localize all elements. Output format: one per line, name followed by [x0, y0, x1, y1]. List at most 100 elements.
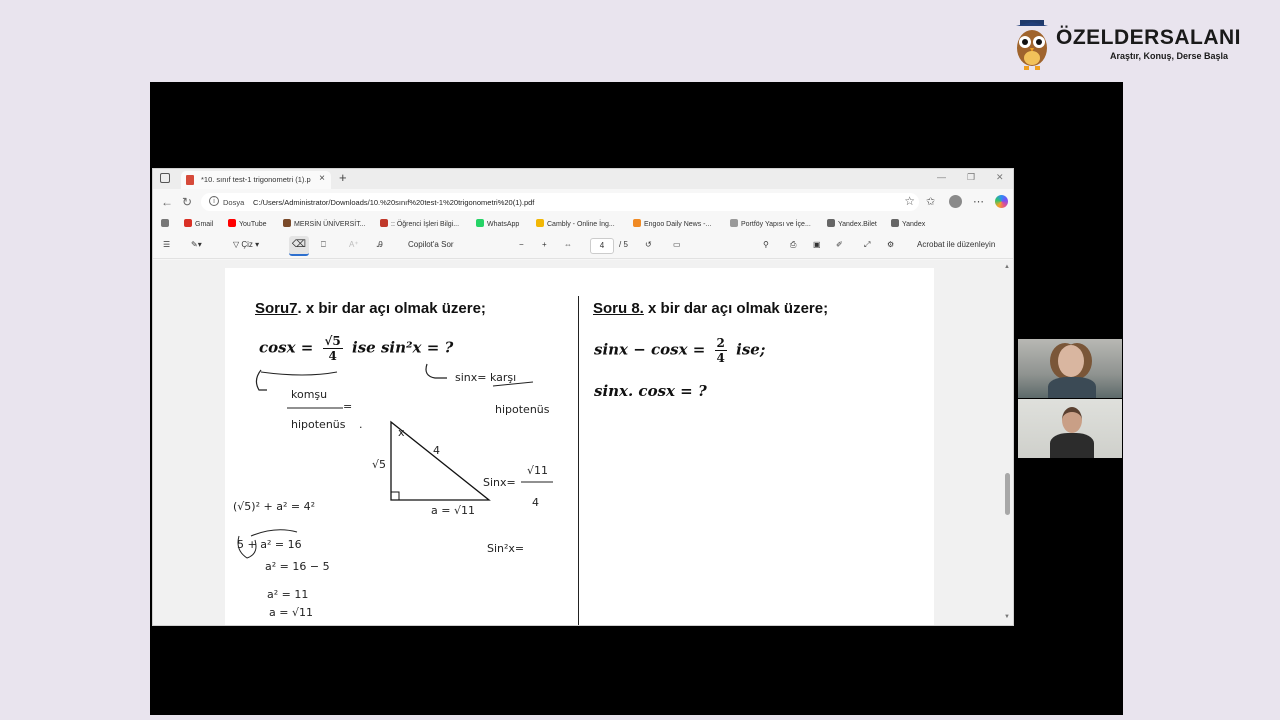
hw-dot: . [359, 418, 363, 431]
rotate-icon[interactable]: ↺ [645, 240, 652, 249]
hw-equals: = [343, 400, 353, 413]
fav-item-ogrenci-isleri[interactable]: :: Öğrenci İşleri Bilgi... [380, 219, 459, 228]
hw-step-4: a = √11 [269, 606, 313, 619]
profile-avatar[interactable] [949, 195, 962, 208]
cambly-icon [536, 219, 544, 227]
fav-item-yandex-bilet[interactable]: Yandex.Bilet [827, 219, 877, 228]
page-view-icon[interactable]: ▭ [673, 240, 681, 249]
copilot-icon[interactable] [995, 195, 1008, 208]
zoom-out-button[interactable]: − [519, 240, 524, 249]
eraser-button[interactable]: ⌫ [289, 236, 309, 256]
new-tab-icon[interactable]: + [339, 170, 347, 185]
fav-item-cambly[interactable]: Cambly - Online İng... [536, 219, 615, 228]
hw-side-a: a = √11 [431, 504, 475, 517]
address-bar: ← ↻ i Dosya C:/Users/Administrator/Downl… [153, 191, 1013, 213]
hw-four: 4 [532, 496, 539, 509]
tutor-body [1048, 377, 1096, 398]
fav-item-whatsapp[interactable]: WhatsApp [476, 219, 519, 228]
student-body [1050, 433, 1094, 458]
hw-hipotenus: hipotenüs [291, 418, 346, 431]
hw-hipotenus-2: hipotenüs [495, 403, 550, 416]
scroll-down-icon[interactable]: ▼ [1004, 614, 1010, 620]
brand-tagline: Araştır, Konuş, Derse Başla [1110, 51, 1229, 61]
url-text: C:/Users/Administrator/Downloads/10.%20s… [253, 198, 535, 207]
engoo-icon [633, 219, 641, 227]
close-tab-icon[interactable]: × [319, 173, 325, 184]
draw-button[interactable]: ▽ Çiz ▾ [233, 240, 259, 249]
hw-step-1: 5 + a² = 16 [237, 538, 302, 551]
gmail-icon [184, 219, 192, 227]
copilot-ask-button[interactable]: Copilot'a Sor [408, 240, 454, 249]
fav-item-gmail[interactable]: Gmail [184, 219, 213, 228]
text-icon[interactable]: ⎕ [321, 240, 326, 250]
back-icon[interactable]: ← [161, 195, 173, 209]
page-icon [730, 219, 738, 227]
fullscreen-icon[interactable]: ⤢ [864, 240, 870, 250]
print-icon[interactable]: ⎙ [790, 240, 796, 250]
tab-bar: *10. sınıf test-1 trigonometri (1).p × +… [153, 169, 1013, 189]
globe-icon [827, 219, 835, 227]
webcam-student [1018, 399, 1122, 458]
pdf-page: Soru7. x bir dar açı olmak üzere; cosx =… [225, 268, 934, 625]
tutor-face [1058, 345, 1084, 377]
close-window-icon[interactable]: ✕ [996, 172, 1004, 183]
url-field[interactable]: i Dosya C:/Users/Administrator/Downloads… [201, 193, 919, 211]
student-face [1062, 407, 1082, 433]
tab-title: *10. sınıf test-1 trigonometri (1).p [201, 175, 311, 184]
highlight-icon[interactable]: ✎▾ [191, 240, 202, 249]
contents-icon[interactable]: ☰ [163, 240, 170, 249]
ogrenci-isleri-icon [380, 219, 388, 227]
page-total: / 5 [619, 240, 628, 249]
refresh-icon[interactable]: ↻ [182, 195, 192, 209]
url-protocol: Dosya [223, 198, 245, 207]
hw-angle-x: x [398, 426, 405, 439]
fav-item-mersin[interactable]: MERSİN ÜNİVERSİT... [283, 219, 366, 228]
fav-item-portfoy[interactable]: Portföy Yapısı ve İçe... [730, 219, 811, 228]
webcam-tutor [1018, 339, 1122, 398]
zoom-in-button[interactable]: + [542, 240, 547, 249]
favorites-icon[interactable]: ✩ [926, 195, 935, 208]
info-icon[interactable]: i [209, 196, 219, 206]
pdf-viewer[interactable]: ▲ ▼ Soru7. x bir dar açı olmak üzere; co… [153, 260, 1013, 625]
youtube-icon [228, 219, 236, 227]
fav-item-yandex[interactable]: Yandex [891, 219, 925, 228]
fav-item-youtube[interactable]: YouTube [228, 219, 267, 228]
scroll-up-icon[interactable]: ▲ [1004, 264, 1010, 270]
hw-sinx-equals: Sinx= [483, 476, 516, 489]
hw-hypotenuse-4: 4 [433, 444, 440, 457]
tab-pdf[interactable]: *10. sınıf test-1 trigonometri (1).p × [181, 171, 331, 189]
favorites-folder-icon[interactable] [161, 219, 172, 228]
translate-icon[interactable]: Ꭿ [377, 240, 383, 250]
pdf-toolbar: ☰ ✎▾ ▽ Çiz ▾ ⌫ ⎕ A⁺ Ꭿ Copilot'a Sor − + … [153, 233, 1013, 259]
handwriting-strokes [237, 363, 553, 559]
page-number-input[interactable]: 4 [590, 238, 614, 254]
fav-item-engoo[interactable]: Engoo Daily News -... [633, 219, 711, 228]
maximize-icon[interactable]: ❐ [967, 172, 975, 183]
ozeldersalani-logo: ÖZELDERSALANI Araştır, Konuş, Derse Başl… [1012, 18, 1252, 72]
hw-sqrt11: √11 [527, 464, 549, 477]
favorite-star-icon[interactable]: ☆ [904, 194, 915, 208]
hw-side-sqrt5: √5 [372, 458, 387, 471]
hw-komsu: komşu [291, 388, 328, 401]
acrobat-edit-button[interactable]: Acrobat ile düzenleyin [917, 240, 995, 249]
fit-page-icon[interactable]: ⇔ [564, 240, 572, 249]
favorites-bar: Gmail YouTube MERSİN ÜNİVERSİT... :: Öğr… [153, 214, 1013, 232]
read-aloud-icon: A⁺ [349, 240, 359, 249]
scrollbar-thumb[interactable] [1005, 473, 1010, 515]
save-icon[interactable]: ▣ [813, 240, 821, 249]
pdf-icon [186, 175, 194, 185]
hw-pythagoras: (√5)² + a² = 4² [233, 500, 315, 513]
hw-step-2: a² = 16 − 5 [265, 560, 330, 573]
globe-icon [891, 219, 899, 227]
tab-actions-icon[interactable] [160, 173, 170, 183]
minimize-icon[interactable]: — [937, 172, 946, 182]
hw-sinx-karsi: sinx= karşı [455, 371, 517, 384]
search-icon[interactable]: ⚲ [763, 240, 769, 249]
settings-icon[interactable]: ⚙ [887, 240, 894, 249]
more-menu-icon[interactable]: ⋯ [973, 195, 984, 208]
whatsapp-icon [476, 219, 484, 227]
save-as-icon[interactable]: ✐ [836, 240, 843, 249]
brand-name: ÖZELDERSALANI [1056, 26, 1241, 49]
hw-step-3: a² = 11 [267, 588, 309, 601]
browser-window: *10. sınıf test-1 trigonometri (1).p × +… [152, 168, 1014, 626]
